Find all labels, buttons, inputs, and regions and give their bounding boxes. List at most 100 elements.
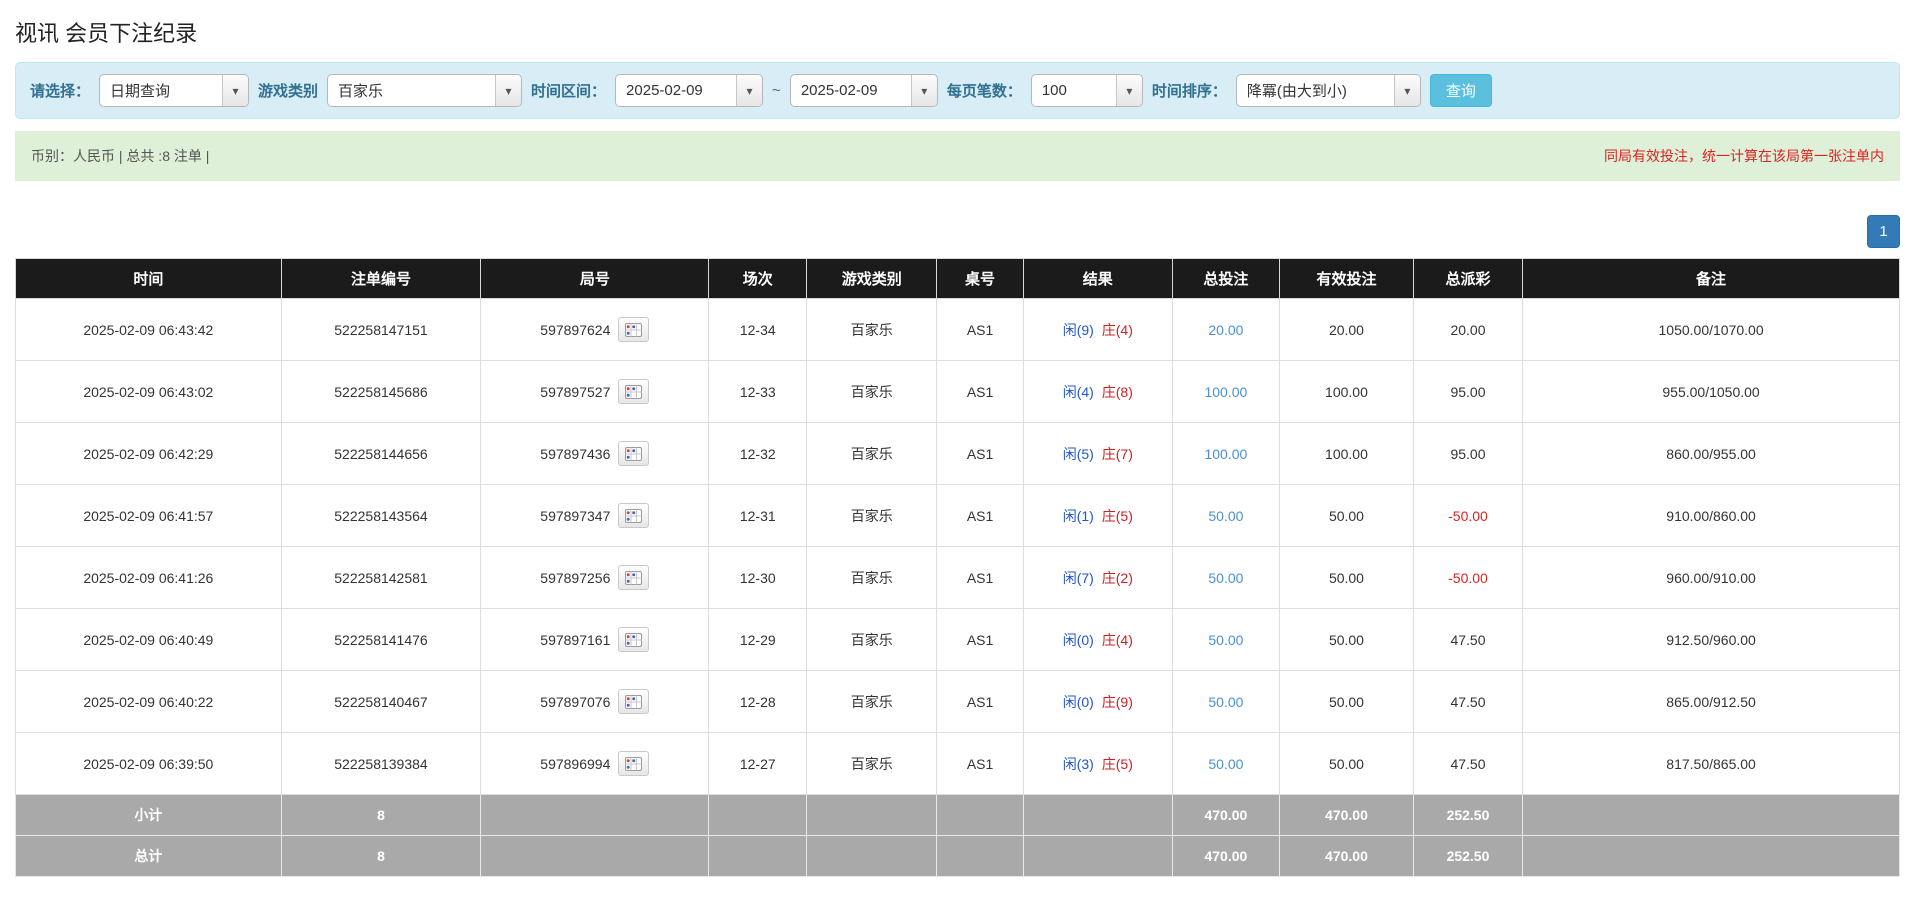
- valid-bet-cell: 100.00: [1280, 423, 1414, 485]
- remark-cell: 955.00/1050.00: [1523, 361, 1900, 423]
- game-type-cell: 百家乐: [807, 423, 937, 485]
- game-type-cell: 百家乐: [807, 299, 937, 361]
- chevron-down-icon[interactable]: ▾: [222, 75, 248, 106]
- query-type-input[interactable]: [100, 75, 222, 106]
- remark-cell: 960.00/910.00: [1523, 547, 1900, 609]
- game-type-cell: 百家乐: [807, 733, 937, 795]
- result-cell: 闲(0) 庄(9): [1023, 671, 1172, 733]
- subtotal-empty-cell: [937, 795, 1024, 836]
- payout-cell: 20.00: [1413, 299, 1522, 361]
- date-from-input[interactable]: [616, 75, 736, 106]
- roadmap-button[interactable]: [618, 565, 649, 590]
- sort-input[interactable]: [1237, 75, 1394, 106]
- roadmap-icon: [625, 633, 642, 647]
- date-from-select[interactable]: ▾: [615, 74, 763, 107]
- page-title: 视讯 会员下注纪录: [15, 16, 1900, 48]
- bet-id-cell: 522258139384: [281, 733, 481, 795]
- roadmap-button[interactable]: [618, 379, 649, 404]
- col-header-total-bet: 总投注: [1172, 259, 1279, 299]
- query-button[interactable]: 查询: [1430, 74, 1492, 107]
- roadmap-icon: [625, 695, 642, 709]
- round-cell: 597897347: [481, 485, 709, 547]
- total-total-bet: 470.00: [1172, 836, 1279, 877]
- total-bet-link[interactable]: 50.00: [1208, 570, 1243, 586]
- roadmap-button[interactable]: [618, 317, 649, 342]
- session-cell: 12-31: [709, 485, 807, 547]
- chevron-down-icon[interactable]: ▾: [736, 75, 762, 106]
- total-bet-link[interactable]: 100.00: [1204, 384, 1247, 400]
- valid-bet-cell: 50.00: [1280, 547, 1414, 609]
- result-player: 闲(0): [1063, 694, 1094, 710]
- page-1-button[interactable]: 1: [1867, 215, 1900, 248]
- game-type-select[interactable]: ▾: [327, 74, 522, 107]
- total-bet-link[interactable]: 50.00: [1208, 756, 1243, 772]
- valid-bet-cell: 50.00: [1280, 609, 1414, 671]
- bet-id-cell: 522258140467: [281, 671, 481, 733]
- subtotal-empty-cell: [1023, 795, 1172, 836]
- subtotal-count: 8: [281, 795, 481, 836]
- date-to-input[interactable]: [791, 75, 911, 106]
- roadmap-button[interactable]: [618, 689, 649, 714]
- total-bet-link[interactable]: 50.00: [1208, 694, 1243, 710]
- game-type-cell: 百家乐: [807, 361, 937, 423]
- payout-cell: 47.50: [1413, 671, 1522, 733]
- result-banker: 庄(9): [1102, 694, 1133, 710]
- total-bet-link[interactable]: 50.00: [1208, 508, 1243, 524]
- roadmap-button[interactable]: [618, 503, 649, 528]
- date-range-label: 时间区间：: [531, 80, 606, 101]
- subtotal-label: 小计: [16, 795, 282, 836]
- sort-select[interactable]: ▾: [1236, 74, 1421, 107]
- page-size-label: 每页笔数：: [947, 80, 1022, 101]
- col-header-remark: 备注: [1523, 259, 1900, 299]
- info-bar: 币别：人民币 | 总共 :8 注单 | 同局有效投注，统一计算在该局第一张注单内: [15, 131, 1900, 181]
- payout-value: 47.50: [1450, 756, 1485, 772]
- chevron-down-icon[interactable]: ▾: [911, 75, 937, 106]
- total-empty-cell: [1023, 836, 1172, 877]
- subtotal-payout: 252.50: [1413, 795, 1522, 836]
- round-id: 597897161: [540, 632, 610, 648]
- round-id: 597897256: [540, 570, 610, 586]
- bet-id-cell: 522258143564: [281, 485, 481, 547]
- round-id: 597897527: [540, 384, 610, 400]
- col-header-round: 局号: [481, 259, 709, 299]
- total-bet-link[interactable]: 20.00: [1208, 322, 1243, 338]
- roadmap-button[interactable]: [618, 751, 649, 776]
- table-no-cell: AS1: [937, 733, 1024, 795]
- game-type-cell: 百家乐: [807, 671, 937, 733]
- page-size-select[interactable]: ▾: [1031, 74, 1143, 107]
- roadmap-button[interactable]: [618, 441, 649, 466]
- remark-cell: 860.00/955.00: [1523, 423, 1900, 485]
- table-row: 2025-02-09 06:40:22 522258140467 5978970…: [16, 671, 1900, 733]
- bet-id-cell: 522258147151: [281, 299, 481, 361]
- total-bet-link[interactable]: 100.00: [1204, 446, 1247, 462]
- time-cell: 2025-02-09 06:39:50: [16, 733, 282, 795]
- date-to-select[interactable]: ▾: [790, 74, 938, 107]
- query-type-select[interactable]: ▾: [99, 74, 249, 107]
- roadmap-button[interactable]: [618, 627, 649, 652]
- notice-text: 同局有效投注，统一计算在该局第一张注单内: [1604, 146, 1884, 166]
- result-cell: 闲(4) 庄(8): [1023, 361, 1172, 423]
- total-bet-cell: 50.00: [1172, 733, 1279, 795]
- table-row: 2025-02-09 06:39:50 522258139384 5978969…: [16, 733, 1900, 795]
- bet-id-cell: 522258144656: [281, 423, 481, 485]
- total-bet-link[interactable]: 50.00: [1208, 632, 1243, 648]
- col-header-result: 结果: [1023, 259, 1172, 299]
- time-cell: 2025-02-09 06:43:42: [16, 299, 282, 361]
- query-type-label: 请选择：: [30, 80, 90, 101]
- result-banker: 庄(5): [1102, 756, 1133, 772]
- game-type-input[interactable]: [328, 75, 495, 106]
- valid-bet-cell: 50.00: [1280, 485, 1414, 547]
- chevron-down-icon[interactable]: ▾: [1394, 75, 1420, 106]
- time-cell: 2025-02-09 06:41:57: [16, 485, 282, 547]
- result-cell: 闲(1) 庄(5): [1023, 485, 1172, 547]
- table-row: 2025-02-09 06:40:49 522258141476 5978971…: [16, 609, 1900, 671]
- chevron-down-icon[interactable]: ▾: [495, 75, 521, 106]
- page-size-input[interactable]: [1032, 75, 1116, 106]
- total-valid-bet: 470.00: [1280, 836, 1414, 877]
- total-bet-cell: 50.00: [1172, 485, 1279, 547]
- sort-label: 时间排序：: [1152, 80, 1227, 101]
- total-empty-cell: [709, 836, 807, 877]
- chevron-down-icon[interactable]: ▾: [1116, 75, 1142, 106]
- session-cell: 12-30: [709, 547, 807, 609]
- roadmap-icon: [625, 323, 642, 337]
